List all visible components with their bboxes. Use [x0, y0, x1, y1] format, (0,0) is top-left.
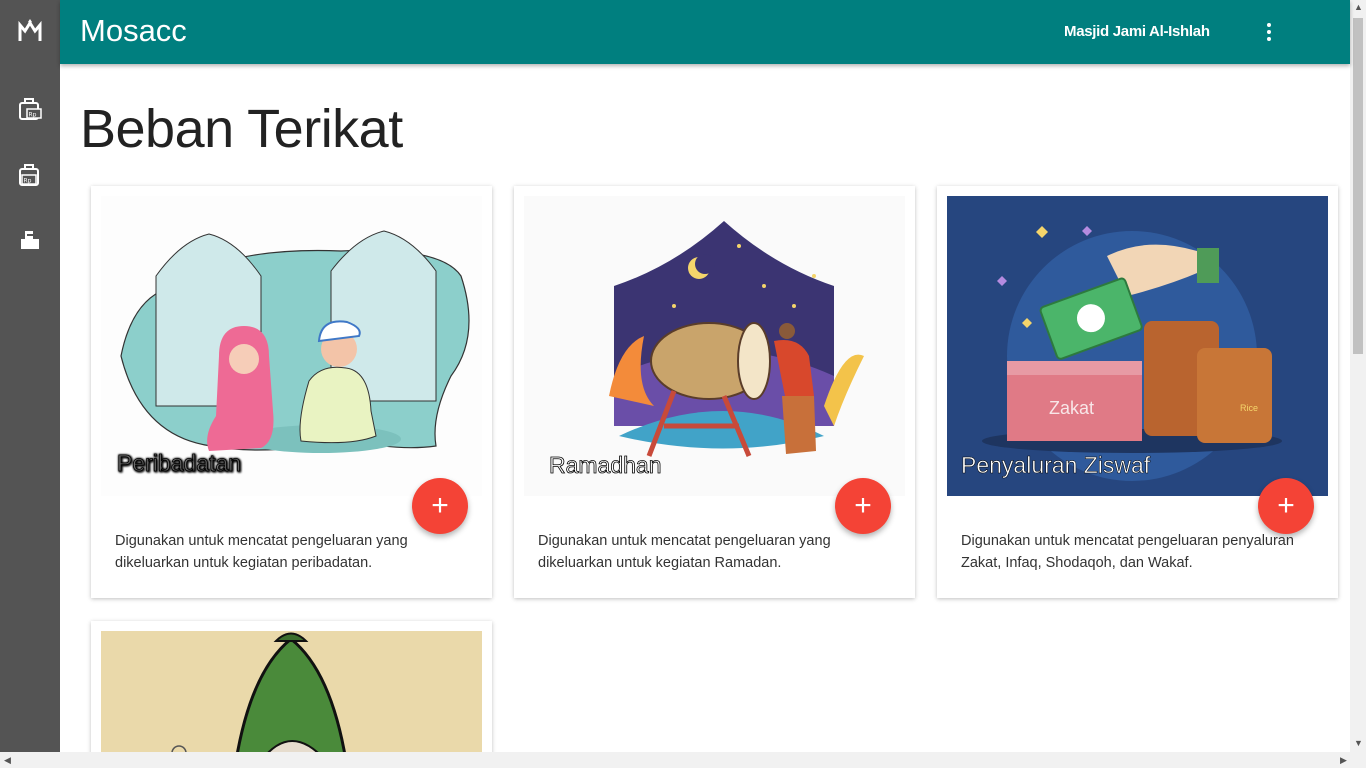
scroll-right-icon[interactable]: ▶: [1340, 755, 1347, 766]
scroll-left-icon[interactable]: ◀: [4, 755, 11, 766]
svg-text:Rp: Rp: [24, 178, 32, 185]
card-fourth: [91, 621, 492, 761]
vertical-scrollbar[interactable]: ▲ ▼: [1350, 0, 1366, 752]
svg-text:Rp: Rp: [29, 112, 37, 119]
add-ziswaf-button[interactable]: +: [1258, 478, 1314, 534]
card-title-ramadhan: Ramadhan: [549, 452, 662, 478]
expense-rp-icon[interactable]: Rp: [15, 160, 45, 190]
add-peribadatan-button[interactable]: +: [412, 478, 468, 534]
top-app-bar: Mosacc Masjid Jami Al-Ishlah: [60, 0, 1350, 64]
income-rp-icon[interactable]: Rp: [15, 94, 45, 124]
page-title: Beban Terikat: [80, 99, 403, 159]
card-description-peribadatan: Digunakan untuk mencatat pengeluaran yan…: [115, 533, 408, 571]
prayer-illustration: Peribadatan: [101, 196, 482, 496]
rice-sack-label: Rice: [1240, 403, 1258, 413]
horizontal-scrollbar[interactable]: ◀ ▶: [0, 752, 1366, 768]
app-title: Mosacc: [80, 13, 187, 48]
more-vert-icon[interactable]: [1256, 18, 1282, 46]
ramadan-illustration: Ramadhan: [524, 196, 905, 496]
scroll-down-icon[interactable]: ▼: [1354, 738, 1363, 748]
zakat-illustration: Zakat Rice Penyaluran Ziswaf: [947, 196, 1328, 496]
report-icon[interactable]: [15, 225, 45, 255]
card-description-ziswaf: Digunakan untuk mencatat pengeluaran pen…: [961, 533, 1294, 571]
card-image-ramadhan: Ramadhan: [524, 196, 905, 496]
card-image-peribadatan: Peribadatan: [101, 196, 482, 496]
add-ramadhan-button[interactable]: +: [835, 478, 891, 534]
scroll-up-icon[interactable]: ▲: [1354, 2, 1363, 12]
card-penyaluran-ziswaf: Zakat Rice Penyaluran Ziswaf + Digunakan…: [937, 186, 1338, 598]
logo-icon[interactable]: [15, 16, 45, 46]
card-image-ziswaf: Zakat Rice Penyaluran Ziswaf: [947, 196, 1328, 496]
zakat-box-label: Zakat: [1049, 398, 1094, 418]
card-image-fourth: [101, 631, 482, 761]
scrollbar-thumb[interactable]: [1353, 18, 1363, 354]
sidebar: Rp Rp: [0, 0, 60, 768]
card-title-ziswaf: Penyaluran Ziswaf: [961, 452, 1151, 478]
card-peribadatan: Peribadatan + Digunakan untuk mencatat p…: [91, 186, 492, 598]
card-title-peribadatan: Peribadatan: [117, 450, 241, 476]
org-name[interactable]: Masjid Jami Al-Ishlah: [1064, 23, 1210, 40]
card-description-ramadhan: Digunakan untuk mencatat pengeluaran yan…: [538, 533, 831, 571]
fourth-card-illustration: [101, 631, 482, 761]
card-ramadhan: Ramadhan + Digunakan untuk mencatat peng…: [514, 186, 915, 598]
